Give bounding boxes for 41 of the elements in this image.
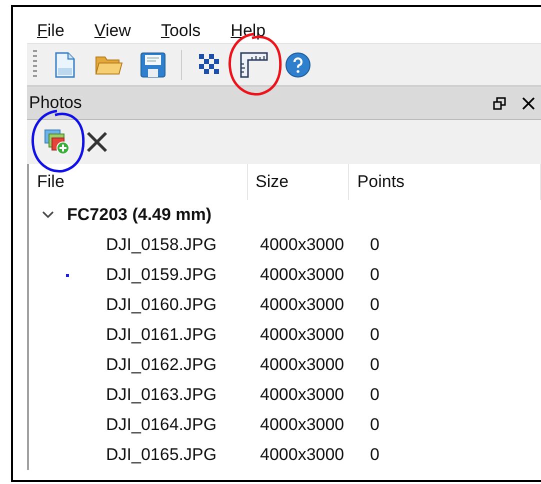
file-name[interactable]: DJI_0164.JPG — [106, 412, 260, 438]
image-size: 4000x3000 — [260, 234, 346, 256]
column-header[interactable]: File — [29, 164, 248, 200]
add-photos-icon[interactable] — [44, 129, 70, 155]
new-document-icon[interactable] — [54, 52, 76, 78]
help-icon[interactable] — [285, 52, 311, 78]
menu-item[interactable]: Tools — [160, 18, 201, 43]
file-name[interactable]: DJI_0159.JPG — [106, 262, 260, 288]
group-label[interactable]: FC7203 (4.49 mm) — [67, 202, 212, 228]
file-name[interactable]: DJI_0160.JPG — [106, 292, 260, 318]
image-size: 4000x3000 — [260, 354, 346, 376]
point-count: 0 — [370, 324, 380, 346]
save-icon[interactable] — [140, 52, 166, 78]
panel-title: Photos — [29, 92, 82, 114]
file-name[interactable]: DJI_0158.JPG — [106, 232, 260, 258]
point-count: 0 — [370, 444, 380, 466]
point-count: 0 — [370, 264, 380, 286]
image-size: 4000x3000 — [260, 324, 346, 346]
file-name[interactable]: DJI_0165.JPG — [106, 442, 260, 468]
image-size: 4000x3000 — [260, 294, 346, 316]
file-name[interactable]: DJI_0162.JPG — [106, 352, 260, 378]
point-count: 0 — [370, 354, 380, 376]
menu-item[interactable]: View — [94, 18, 131, 43]
close-icon[interactable] — [522, 96, 535, 110]
ruler-icon[interactable] — [240, 52, 268, 78]
image-size: 4000x3000 — [260, 384, 346, 406]
column-header[interactable]: Size — [248, 164, 350, 200]
file-name[interactable]: DJI_0163.JPG — [106, 382, 260, 408]
restore-icon[interactable] — [493, 96, 506, 110]
image-size: 4000x3000 — [260, 414, 346, 436]
menu-item[interactable]: File — [37, 18, 64, 43]
file-name[interactable]: DJI_0161.JPG — [106, 322, 260, 348]
image-size: 4000x3000 — [260, 444, 346, 466]
point-count: 0 — [370, 294, 380, 316]
point-count: 0 — [370, 414, 380, 436]
point-count: 0 — [370, 234, 380, 256]
image-size: 4000x3000 — [260, 264, 346, 286]
point-count: 0 — [370, 384, 380, 406]
column-header[interactable]: Points — [349, 164, 541, 200]
delete-icon[interactable] — [86, 131, 108, 153]
checkerboard-icon[interactable] — [199, 54, 221, 76]
